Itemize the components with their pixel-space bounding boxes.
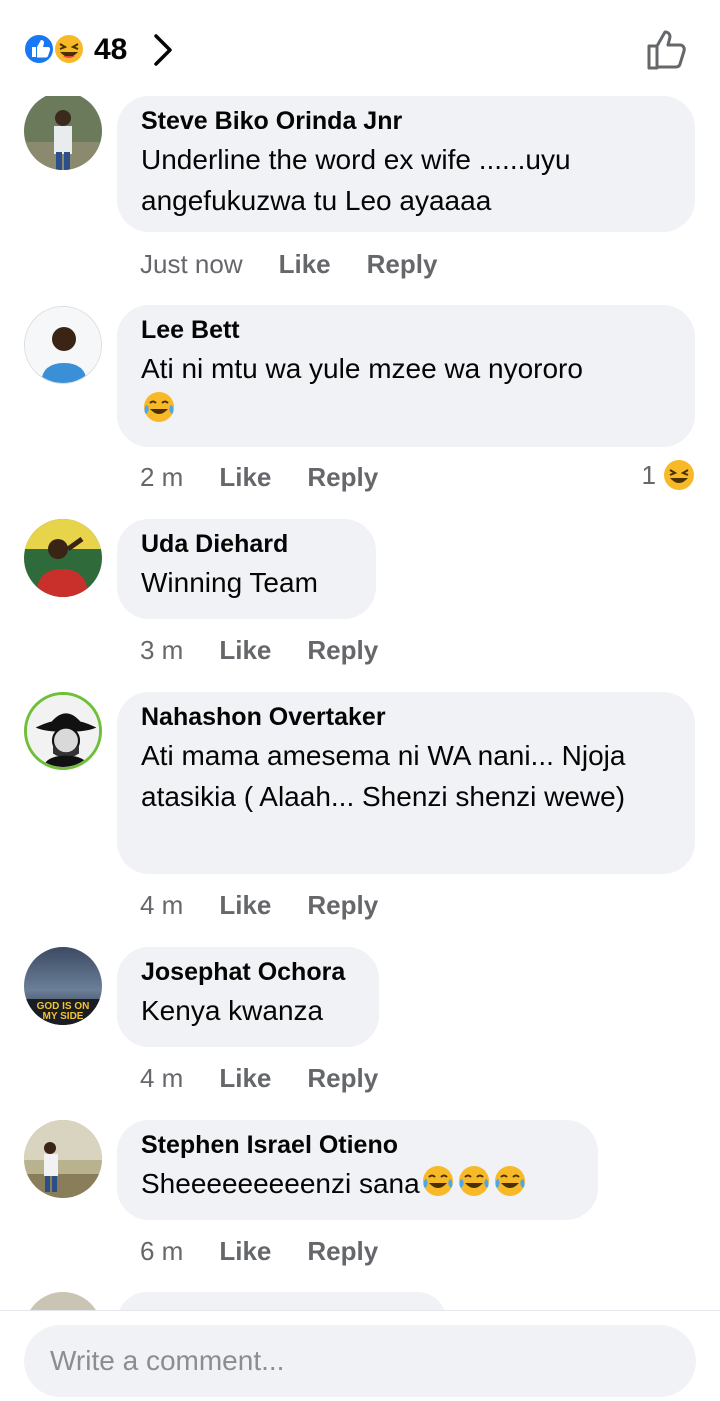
- comment-bubble[interactable]: Nahashon Overtaker Ati mama amesema ni W…: [117, 692, 695, 874]
- like-button[interactable]: Like: [219, 1235, 271, 1267]
- comment-actions: 6 m Like Reply: [140, 1235, 414, 1267]
- tears-of-joy-emoji-icon: [144, 392, 174, 422]
- like-thumb-icon[interactable]: [644, 26, 690, 72]
- commenter-name[interactable]: Uda Diehard: [141, 529, 352, 559]
- comment-text-wrap: Ati ni mtu wa yule mzee wa nyororo: [141, 348, 671, 430]
- reply-button[interactable]: Reply: [367, 248, 438, 280]
- comment-time: 4 m: [140, 890, 184, 920]
- comment-bubble[interactable]: [117, 1292, 447, 1310]
- comment-time: 4 m: [140, 1063, 184, 1093]
- avatar[interactable]: [24, 519, 102, 597]
- haha-icon: [664, 460, 694, 490]
- avatar[interactable]: GOD IS ON MY SIDE: [24, 947, 102, 1025]
- comment-text: Underline the word ex wife ......uyu ang…: [141, 144, 571, 216]
- tears-of-joy-emoji-icon: [422, 1166, 453, 1196]
- comment-actions: 4 m Like Reply: [140, 1062, 414, 1094]
- commenter-name[interactable]: Stephen Israel Otieno: [141, 1130, 574, 1160]
- comment-text: Ati mama amesema ni WA nani... Njoja ata…: [141, 740, 626, 812]
- like-icon: [23, 33, 55, 65]
- reply-button[interactable]: Reply: [307, 461, 378, 493]
- tears-of-joy-emoji-icon: [458, 1166, 489, 1196]
- comment-text: Ati ni mtu wa yule mzee wa nyororo: [141, 353, 583, 384]
- comment-bubble[interactable]: Stephen Israel Otieno Sheeeeeeeeenzi san…: [117, 1120, 598, 1220]
- comment-bubble[interactable]: Steve Biko Orinda Jnr Underline the word…: [117, 96, 695, 232]
- comment-bubble[interactable]: Josephat Ochora Kenya kwanza: [117, 947, 379, 1047]
- avatar-caption: GOD IS ON MY SIDE: [36, 1001, 90, 1022]
- comment-text-wrap: Sheeeeeeeeenzi sana: [141, 1163, 574, 1204]
- avatar[interactable]: [24, 1120, 102, 1198]
- commenter-name[interactable]: Lee Bett: [141, 315, 671, 345]
- reply-button[interactable]: Reply: [307, 634, 378, 666]
- comment-actions: Just now Like Reply: [140, 248, 473, 280]
- write-comment-input[interactable]: Write a comment...: [24, 1325, 696, 1397]
- reaction-icons[interactable]: [22, 32, 92, 66]
- comment-bubble[interactable]: Lee Bett Ati ni mtu wa yule mzee wa nyor…: [117, 305, 695, 447]
- haha-icon: [53, 33, 85, 65]
- comment-time: 6 m: [140, 1236, 184, 1266]
- comment-time: 3 m: [140, 635, 184, 665]
- avatar[interactable]: [24, 306, 102, 384]
- comment-reaction-summary[interactable]: 1: [642, 458, 696, 492]
- comment-time: Just now: [140, 249, 243, 279]
- like-button[interactable]: Like: [219, 889, 271, 921]
- avatar[interactable]: [24, 1292, 102, 1310]
- commenter-name[interactable]: Nahashon Overtaker: [141, 702, 671, 732]
- comment-reaction-count: 1: [641, 460, 656, 490]
- comment-actions: 3 m Like Reply: [140, 634, 414, 666]
- like-button[interactable]: Like: [219, 461, 271, 493]
- reactions-header: 48: [0, 0, 720, 96]
- like-button[interactable]: Like: [219, 634, 271, 666]
- comment-text: Kenya kwanza: [141, 995, 324, 1026]
- comment-text: Winning Team: [141, 567, 318, 598]
- commenter-name[interactable]: Steve Biko Orinda Jnr: [141, 106, 671, 136]
- reply-button[interactable]: Reply: [307, 1062, 378, 1094]
- commenter-name[interactable]: Josephat Ochora: [141, 957, 355, 987]
- comment-time: 2 m: [140, 462, 184, 492]
- reply-button[interactable]: Reply: [307, 1235, 378, 1267]
- comment-actions: 4 m Like Reply: [140, 889, 414, 921]
- comment-composer: Write a comment...: [0, 1310, 720, 1401]
- reply-button[interactable]: Reply: [307, 889, 378, 921]
- comment-text: Sheeeeeeeeenzi sana: [141, 1168, 420, 1199]
- avatar[interactable]: [24, 96, 102, 170]
- like-button[interactable]: Like: [219, 1062, 271, 1094]
- reaction-count[interactable]: 48: [94, 30, 127, 70]
- chevron-right-icon[interactable]: [150, 32, 176, 68]
- comments-list: Steve Biko Orinda Jnr Underline the word…: [0, 96, 720, 1310]
- comment-bubble[interactable]: Uda Diehard Winning Team: [117, 519, 376, 619]
- like-button[interactable]: Like: [279, 248, 331, 280]
- tears-of-joy-emoji-icon: [494, 1166, 525, 1196]
- comment-actions: 2 m Like Reply: [140, 461, 414, 493]
- avatar[interactable]: [24, 692, 102, 770]
